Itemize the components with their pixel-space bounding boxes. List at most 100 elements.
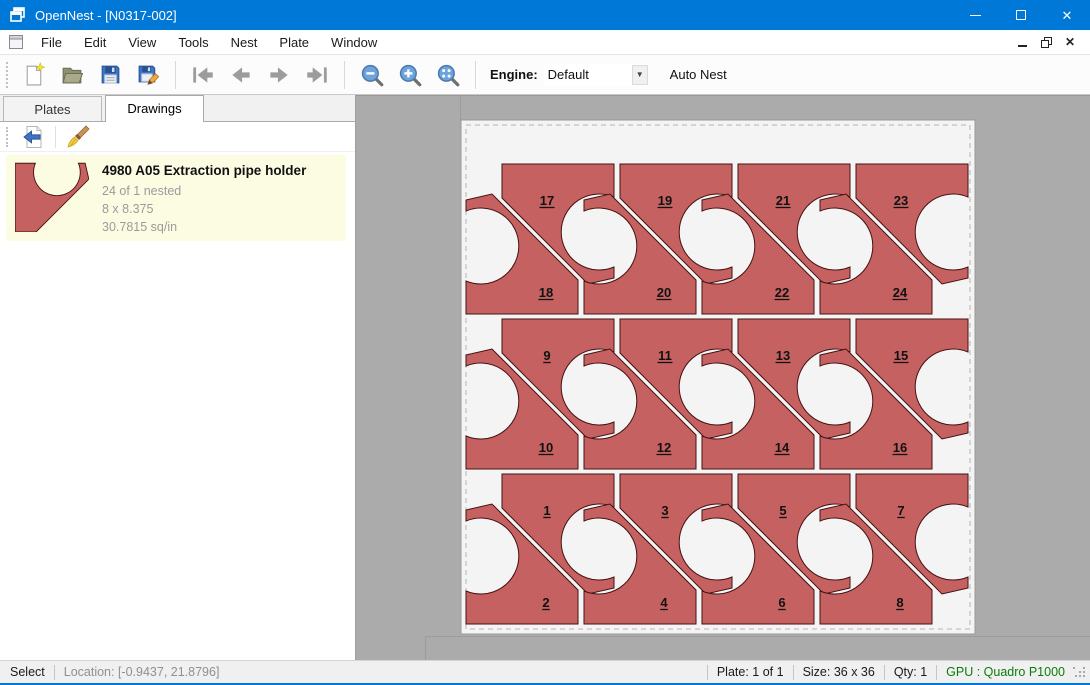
document-window-icon[interactable] [8, 34, 24, 50]
first-arrow-icon [190, 62, 216, 88]
part-number-label: 21 [776, 193, 790, 208]
menu-nest[interactable]: Nest [220, 31, 269, 54]
mdi-minimize-icon [1018, 45, 1027, 47]
drawing-info: 4980 A05 Extraction pipe holder 24 of 1 … [102, 161, 306, 235]
zoom-out-button[interactable] [359, 62, 385, 88]
part-number-label: 9 [543, 348, 550, 363]
part-number-label: 22 [775, 285, 789, 300]
mdi-close-icon: ✕ [1065, 36, 1075, 48]
mdi-restore-icon [1041, 37, 1052, 48]
next-plate-button[interactable] [266, 62, 292, 88]
part-number-label: 4 [660, 595, 668, 610]
drawing-list-item[interactable]: 4980 A05 Extraction pipe holder 24 of 1 … [6, 155, 346, 241]
close-icon: ✕ [1062, 9, 1073, 22]
next-arrow-icon [266, 62, 292, 88]
toolbar-separator [475, 61, 476, 89]
status-bar: Select Location: [-0.9437, 21.8796] Plat… [0, 660, 1090, 683]
toolbar-drag-handle[interactable] [6, 62, 9, 88]
chevron-down-icon[interactable]: ▼ [632, 65, 648, 85]
menu-bar: File Edit View Tools Nest Plate Window ✕ [0, 30, 1090, 55]
first-plate-button[interactable] [190, 62, 216, 88]
drawing-thumbnail [14, 161, 90, 233]
app-window: OpenNest - [N0317-002] ✕ File Edit View … [0, 0, 1090, 685]
part-number-label: 20 [657, 285, 671, 300]
new-document-icon [22, 62, 47, 87]
mdi-restore-button[interactable] [1034, 32, 1058, 52]
part-number-label: 10 [539, 440, 553, 455]
menu-plate[interactable]: Plate [268, 31, 320, 54]
last-plate-button[interactable] [304, 62, 330, 88]
part-number-label: 11 [658, 348, 672, 363]
save-button[interactable] [97, 62, 123, 88]
new-button[interactable] [21, 62, 47, 88]
zoom-in-button[interactable] [397, 62, 423, 88]
resize-grip[interactable] [1073, 667, 1087, 681]
part-number-label: 2 [542, 595, 549, 610]
status-plate: Plate: 1 of 1 [717, 665, 784, 679]
close-button[interactable]: ✕ [1044, 0, 1090, 30]
menu-view[interactable]: View [117, 31, 167, 54]
status-mode: Select [10, 665, 45, 679]
engine-select[interactable]: Default ▼ [544, 64, 648, 86]
mdi-close-button[interactable]: ✕ [1058, 32, 1082, 52]
zoom-in-icon [397, 62, 423, 88]
panel-tabs: Plates Drawings [0, 95, 355, 122]
menu-tools[interactable]: Tools [167, 31, 219, 54]
nest-canvas[interactable]: 171819202122232491011121314151612345678 [356, 95, 1090, 660]
status-gpu: GPU : Quadro P1000 [946, 665, 1065, 679]
minimize-button[interactable] [952, 0, 998, 30]
menu-edit[interactable]: Edit [73, 31, 117, 54]
statusbar-separator [793, 665, 794, 680]
zoom-extents-button[interactable] [435, 62, 461, 88]
drawing-thumbnail-path [15, 163, 89, 232]
drawings-toolbar-drag-handle[interactable] [6, 127, 9, 147]
previous-plate-button[interactable] [228, 62, 254, 88]
open-folder-icon [60, 62, 85, 87]
part-number-label: 17 [540, 193, 554, 208]
part-number-label: 15 [894, 348, 908, 363]
tab-drawings[interactable]: Drawings [105, 95, 204, 122]
drawing-dimensions: 8 x 8.375 [102, 200, 306, 218]
drawing-area: 30.7815 sq/in [102, 218, 306, 236]
drawings-toolbar [0, 122, 355, 152]
save-as-icon [136, 62, 161, 87]
part-number-label: 24 [893, 285, 908, 300]
save-as-button[interactable] [135, 62, 161, 88]
import-drawing-icon [20, 124, 46, 150]
save-icon [98, 62, 123, 87]
auto-nest-button[interactable]: Auto Nest [664, 63, 733, 86]
toolbar-separator [344, 61, 345, 89]
maximize-button[interactable] [998, 0, 1044, 30]
app-icon [9, 6, 27, 24]
main-toolbar: Engine: Default ▼ Auto Nest [0, 55, 1090, 95]
statusbar-separator [707, 665, 708, 680]
title-bar: OpenNest - [N0317-002] ✕ [0, 0, 1090, 30]
part-number-label: 12 [657, 440, 671, 455]
part-number-label: 8 [896, 595, 903, 610]
statusbar-separator [884, 665, 885, 680]
menu-window[interactable]: Window [320, 31, 388, 54]
status-qty: Qty: 1 [894, 665, 927, 679]
toolbar-separator [55, 126, 56, 148]
part-number-label: 7 [897, 503, 904, 518]
open-button[interactable] [59, 62, 85, 88]
last-arrow-icon [304, 62, 330, 88]
side-panel: Plates Drawings [0, 95, 356, 660]
import-drawing-button[interactable] [20, 124, 46, 150]
part-number-label: 14 [775, 440, 790, 455]
drawing-title: 4980 A05 Extraction pipe holder [102, 163, 306, 178]
status-location: Location: [-0.9437, 21.8796] [64, 665, 220, 679]
part-number-label: 18 [539, 285, 553, 300]
engine-selected-value: Default [544, 67, 632, 82]
statusbar-separator [936, 665, 937, 680]
main-area: Plates Drawings [0, 95, 1090, 660]
mdi-minimize-button[interactable] [1010, 32, 1034, 52]
maximize-icon [1016, 10, 1026, 20]
part-number-label: 13 [776, 348, 790, 363]
menu-file[interactable]: File [30, 31, 73, 54]
clean-drawings-button[interactable] [65, 124, 91, 150]
tab-plates[interactable]: Plates [3, 96, 102, 121]
previous-arrow-icon [228, 62, 254, 88]
part-number-label: 5 [779, 503, 786, 518]
part-number-label: 1 [543, 503, 550, 518]
